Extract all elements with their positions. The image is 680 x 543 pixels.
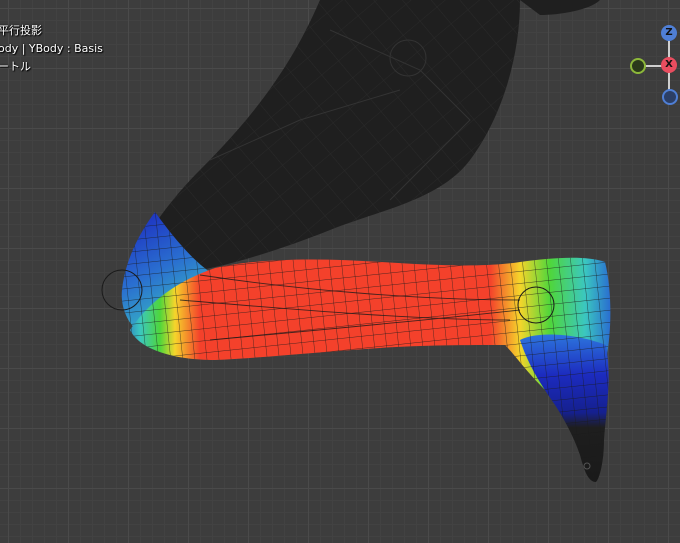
- y-axis-icon[interactable]: [630, 58, 646, 74]
- 3d-viewport[interactable]: 平行投影 ody | YBody : Basis ートル Z X: [0, 0, 680, 543]
- viewport-info-overlay: 平行投影 ody | YBody : Basis ートル: [0, 22, 103, 76]
- z-axis-icon[interactable]: Z: [661, 25, 677, 41]
- weight-paint-scene[interactable]: [0, 0, 680, 543]
- neg-z-axis-line: [668, 72, 670, 90]
- foot-mesh: [520, 334, 609, 482]
- neg-z-axis-icon[interactable]: [662, 89, 678, 105]
- navigation-gizmo[interactable]: Z X: [622, 20, 680, 110]
- x-axis-icon[interactable]: X: [661, 57, 677, 73]
- object-info-label: ody | YBody : Basis: [0, 42, 103, 55]
- units-label: ートル: [0, 60, 31, 73]
- thigh-mesh: [125, 0, 600, 300]
- projection-label: 平行投影: [0, 24, 42, 37]
